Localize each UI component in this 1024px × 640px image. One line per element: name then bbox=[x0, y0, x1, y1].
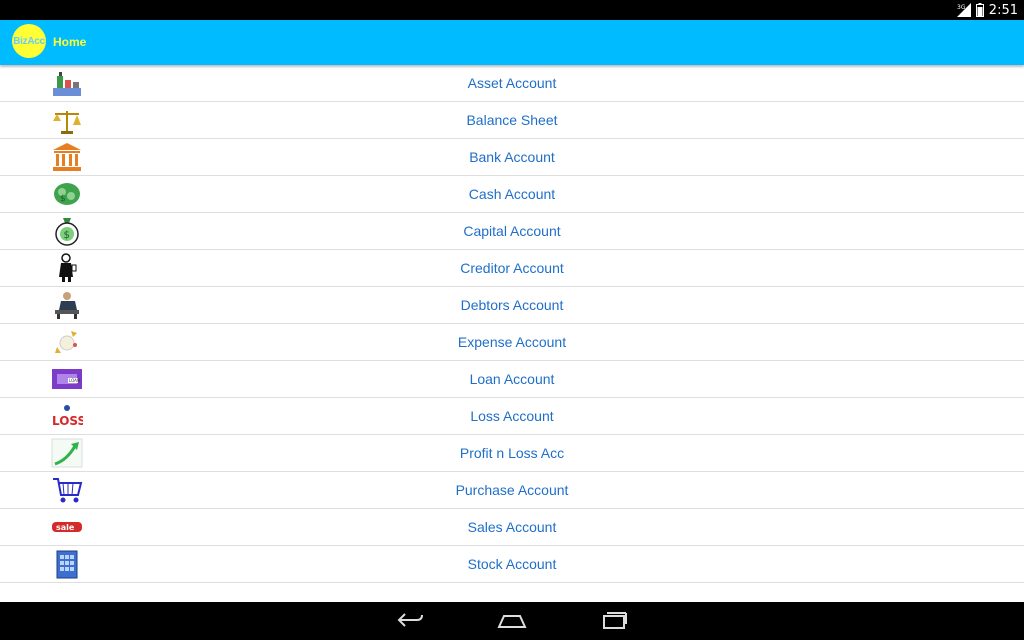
list-item-label: Balance Sheet bbox=[466, 112, 558, 128]
list-item-purchase-account[interactable]: Purchase Account bbox=[0, 472, 1024, 509]
list-item-cash-account[interactable]: $ Cash Account bbox=[0, 176, 1024, 213]
list-item-capital-account[interactable]: $ Capital Account bbox=[0, 213, 1024, 250]
svg-text:3G: 3G bbox=[957, 4, 966, 11]
list-item-profit-n-loss-acc[interactable]: Profit n Loss Acc bbox=[0, 435, 1024, 472]
list-item-label: Cash Account bbox=[468, 186, 556, 202]
list-item-balance-sheet[interactable]: Balance Sheet bbox=[0, 102, 1024, 139]
status-bar: 3G 2:51 bbox=[0, 0, 1024, 20]
list-item-label: Debtors Account bbox=[460, 297, 564, 313]
list-item-label: Loan Account bbox=[469, 371, 555, 387]
home-icon bbox=[497, 615, 527, 628]
list-item-loan-account[interactable]: LOAN Loan Account bbox=[0, 361, 1024, 398]
list-item-asset-account[interactable]: Asset Account bbox=[0, 65, 1024, 102]
list-item-bank-account[interactable]: Bank Account bbox=[0, 139, 1024, 176]
signal-icon: 3G bbox=[956, 3, 971, 17]
status-time: 2:51 bbox=[988, 2, 1018, 18]
recents-button[interactable] bbox=[594, 610, 634, 634]
list-item-label: Stock Account bbox=[467, 556, 557, 572]
list-item-label: Capital Account bbox=[463, 223, 561, 239]
page-title: Home bbox=[53, 35, 87, 49]
list-item-stock-account[interactable]: Stock Account bbox=[0, 546, 1024, 583]
list-item-label: Expense Account bbox=[457, 334, 567, 350]
battery-icon bbox=[975, 3, 984, 17]
list-item-label: Profit n Loss Acc bbox=[459, 445, 565, 461]
list-item-label: Loss Account bbox=[470, 408, 554, 424]
navigation-bar bbox=[0, 602, 1024, 640]
account-list: Asset Account Balance Sheet Bank Account… bbox=[0, 65, 1024, 583]
app-bar: BizAcc Home bbox=[0, 20, 1024, 65]
list-item-label: Asset Account bbox=[467, 75, 557, 91]
list-item-loss-account[interactable]: LOSS Loss Account bbox=[0, 398, 1024, 435]
back-icon bbox=[397, 613, 423, 627]
status-icons: 3G 2:51 bbox=[956, 2, 1018, 18]
app-logo[interactable]: BizAcc bbox=[12, 24, 46, 58]
list-item-debtors-account[interactable]: Debtors Account bbox=[0, 287, 1024, 324]
list-item-creditor-account[interactable]: Creditor Account bbox=[0, 250, 1024, 287]
list-item-label: Bank Account bbox=[469, 149, 555, 165]
app-logo-text: BizAcc bbox=[13, 35, 45, 47]
recents-icon bbox=[603, 612, 627, 629]
list-item-sales-account[interactable]: sale Sales Account bbox=[0, 509, 1024, 546]
list-item-expense-account[interactable]: Expense Account bbox=[0, 324, 1024, 361]
list-item-label: Sales Account bbox=[467, 519, 557, 535]
list-item-label: Creditor Account bbox=[460, 260, 564, 276]
home-button[interactable] bbox=[492, 610, 532, 634]
back-button[interactable] bbox=[390, 610, 430, 634]
list-item-label: Purchase Account bbox=[455, 482, 569, 498]
